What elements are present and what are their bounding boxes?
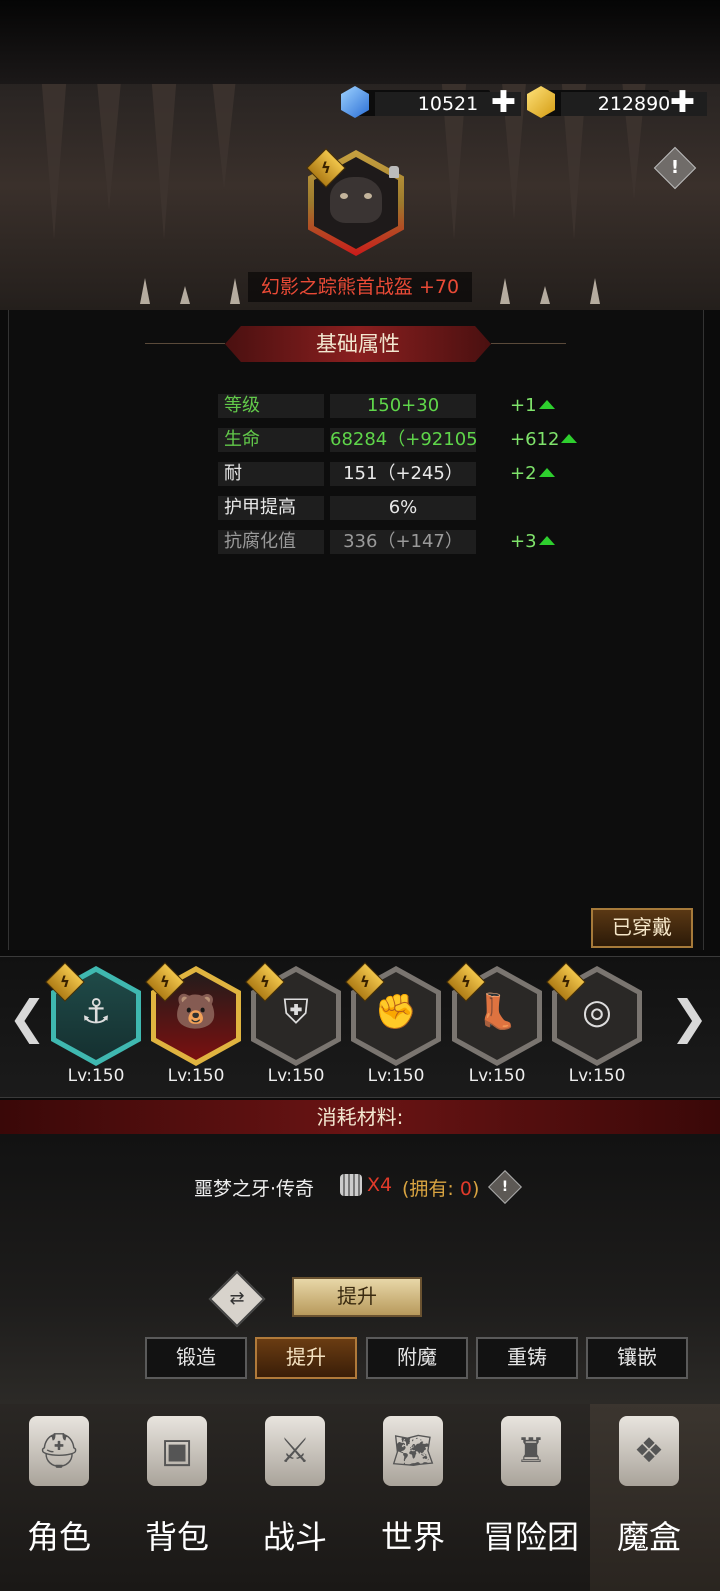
material-owned: (拥有: 0) [402, 1178, 480, 1200]
nav-label: 冒险团 [482, 1518, 579, 1556]
tab-enchant[interactable]: 附魔 [366, 1337, 468, 1379]
tab-upgrade[interactable]: 提升 [255, 1337, 357, 1379]
equipment-slot-armor[interactable]: ⛨ ϟ [245, 962, 341, 1066]
add-gold-button[interactable]: ✚ [670, 88, 695, 118]
slot-level: Lv:150 [67, 1066, 125, 1086]
attr-label: 护甲提高 [218, 496, 324, 520]
nav-item-backpack[interactable]: ▣ 背包 [118, 1404, 236, 1591]
equipped-badge: 已穿戴 [591, 908, 693, 948]
attr-label: 耐 [218, 462, 324, 486]
attr-row-stamina: 耐 151（+245） +2 [218, 462, 578, 486]
equipment-slot-necklace[interactable]: ⚓ ϟ [45, 962, 141, 1066]
warning-icon: ! [670, 157, 680, 178]
equipment-slot-boots[interactable]: 👢 ϟ [446, 962, 542, 1066]
equipment-slot-gauntlet[interactable]: ✊ ϟ [345, 962, 441, 1066]
upgrade-button[interactable]: 提升 [292, 1277, 422, 1317]
nav-label: 角色 [26, 1518, 91, 1556]
slot-level: Lv:150 [367, 1066, 425, 1086]
magic-box-icon: ❖ [619, 1416, 679, 1486]
materials-title: 消耗材料: [0, 1100, 720, 1134]
attr-value: 6% [330, 496, 476, 520]
nav-label: 战斗 [262, 1518, 327, 1556]
attr-label: 抗腐化值 [218, 530, 324, 554]
up-arrow-icon [538, 536, 555, 545]
up-arrow-icon [538, 468, 555, 477]
attr-label: 等级 [218, 394, 324, 418]
equipment-slot-helmet[interactable]: 🐻 ϟ [145, 962, 241, 1066]
lock-icon [389, 166, 399, 178]
material-name: 噩梦之牙·传奇 [194, 1178, 315, 1200]
section-title: 基础属性 [225, 326, 491, 362]
map-icon: 🗺 [383, 1416, 443, 1486]
gems-counter: 10521 ✚ [341, 86, 521, 118]
up-arrow-icon [538, 400, 555, 409]
nav-item-character[interactable]: ⛑ 角色 [0, 1404, 118, 1591]
material-count: X4 [367, 1174, 393, 1196]
next-arrow-button[interactable]: ❯ [670, 990, 709, 1044]
shield-sword-icon: ⚔ [265, 1416, 325, 1486]
slot-level: Lv:150 [267, 1066, 325, 1086]
tab-reforge[interactable]: 重铸 [476, 1337, 578, 1379]
attr-row-hp: 生命 68284（+92105 +612 [218, 428, 578, 452]
attr-row-armor: 护甲提高 6% [218, 496, 578, 520]
slot-level: Lv:150 [167, 1066, 225, 1086]
backpack-icon: ▣ [147, 1416, 207, 1486]
tab-forge[interactable]: 锻造 [145, 1337, 247, 1379]
tab-inlay[interactable]: 镶嵌 [586, 1337, 688, 1379]
item-name: 幻影之踪熊首战盔 +70 [248, 272, 472, 302]
nav-item-guild[interactable]: ♜ 冒险团 [472, 1404, 590, 1591]
slot-level: Lv:150 [568, 1066, 626, 1086]
attr-increase: +1 [510, 394, 555, 418]
attr-value: 336（+147） [330, 530, 476, 554]
nav-label: 世界 [380, 1518, 445, 1556]
nav-label: 背包 [144, 1518, 209, 1556]
attr-value: 150+30 [330, 394, 476, 418]
title-divider-left [145, 343, 225, 344]
gold-counter: 212890 ✚ [527, 86, 707, 118]
nav-item-battle[interactable]: ⚔ 战斗 [236, 1404, 354, 1591]
up-arrow-icon [561, 434, 578, 443]
add-gems-button[interactable]: ✚ [491, 88, 516, 118]
equipment-slot-ring[interactable]: ◎ ϟ [546, 962, 642, 1066]
castle-icon: ♜ [501, 1416, 561, 1486]
title-divider-right [491, 343, 566, 344]
attr-row-level: 等级 150+30 +1 [218, 394, 578, 418]
nav-item-world[interactable]: 🗺 世界 [354, 1404, 472, 1591]
attr-label: 生命 [218, 428, 324, 452]
fang-material-icon [340, 1174, 362, 1196]
attr-row-corruption: 抗腐化值 336（+147） +3 [218, 530, 578, 554]
slot-level: Lv:150 [468, 1066, 526, 1086]
prev-arrow-button[interactable]: ❮ [8, 990, 47, 1044]
attr-increase: +3 [510, 530, 555, 554]
attr-increase: +612 [510, 428, 578, 452]
attr-value: 68284（+92105 [330, 428, 476, 452]
top-bar [0, 0, 720, 84]
swap-icon: ⇄ [229, 1288, 245, 1309]
nav-label: 魔盒 [616, 1518, 681, 1556]
nav-item-magic-box[interactable]: ❖ 魔盒 [590, 1404, 720, 1591]
attr-increase: +2 [510, 462, 555, 486]
attr-value: 151（+245） [330, 462, 476, 486]
warning-icon: ! [501, 1179, 509, 1195]
helmet-icon: ⛑ [29, 1416, 89, 1486]
